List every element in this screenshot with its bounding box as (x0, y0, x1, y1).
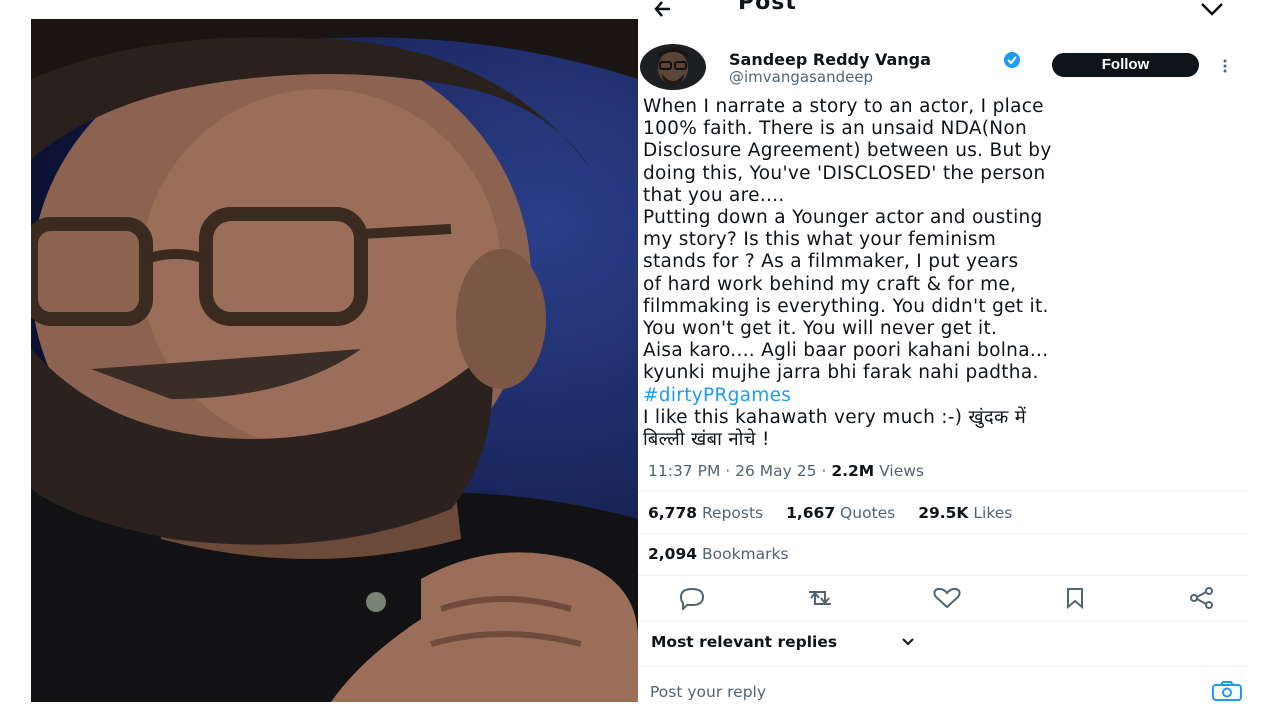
share-icon[interactable] (1185, 586, 1219, 610)
reply-icon[interactable] (675, 586, 709, 610)
post-meta: 11:37 PM · 26 May 25 · 2.2M Views (648, 462, 924, 480)
tweet-line: When I narrate a story to an actor, I pl… (643, 96, 1044, 117)
tweet-text: When I narrate a story to an actor, I pl… (643, 96, 1243, 451)
post-panel: Post Sandeep Reddy Vanga @imvangasandeep… (638, 0, 1249, 720)
tweet-line: Putting down a Younger actor and ousting (643, 207, 1043, 229)
tweet-line: stands for ? As a filmmaker, I put years (643, 251, 1019, 273)
tweet-line: kyunki mujhe jarra bhi farak nahi padtha… (643, 362, 1039, 384)
replies-sort-label[interactable]: Most relevant replies (651, 633, 837, 651)
tweet-line: doing this, You've 'DISCLOSED' the perso… (643, 162, 1046, 184)
likes-stat[interactable]: 29.5K Likes (918, 504, 1012, 522)
quotes-count: 1,667 (786, 504, 836, 522)
hashtag-link[interactable]: #dirtyPRgames (643, 385, 1243, 407)
likes-label: Likes (973, 504, 1013, 522)
bookmarks-count: 2,094 (648, 545, 698, 563)
author-name[interactable]: Sandeep Reddy Vanga (729, 50, 931, 69)
divider (638, 575, 1249, 576)
post-time: 11:37 PM (648, 462, 721, 480)
post-date: 26 May 25 (735, 462, 817, 480)
camera-icon[interactable] (1211, 680, 1243, 702)
tweet-line: of hard work behind my craft & for me, (643, 273, 1017, 295)
tweet-line: Disclosure Agreement) between us. But by (643, 140, 1052, 162)
reposts-stat[interactable]: 6,778 Reposts (648, 504, 768, 522)
avatar-portrait (658, 48, 688, 86)
tweet-line: I like this kahawath very much :-) खुंदक… (643, 406, 1027, 428)
engagement-stats: 6,778 Reposts 1,667 Quotes 29.5K Likes (648, 504, 1030, 522)
views-count: 2.2M (831, 462, 875, 480)
reposts-label: Reposts (701, 504, 764, 522)
back-arrow-icon[interactable] (650, 0, 676, 22)
more-icon[interactable] (1222, 58, 1228, 74)
profile-photo (31, 19, 638, 702)
divider (638, 666, 1249, 667)
like-icon[interactable] (930, 586, 964, 610)
page-title: Post (738, 0, 797, 15)
divider (638, 491, 1249, 492)
portrait-illustration (31, 19, 638, 702)
tweet-line: Aisa karo.... Agli baar poori kahani bol… (643, 340, 1049, 362)
bookmarks-label: Bookmarks (701, 545, 789, 563)
reposts-count: 6,778 (648, 504, 698, 522)
top-bar: Post (638, 0, 1249, 30)
tweet-line: 100% faith. There is an unsaid NDA(Non (643, 118, 1028, 140)
tweet-line: that you are.... (643, 184, 785, 206)
bookmark-icon[interactable] (1058, 586, 1092, 610)
chevron-down-icon[interactable] (901, 636, 915, 648)
repost-icon[interactable] (803, 586, 837, 610)
divider (638, 533, 1249, 534)
views-label: Views (879, 462, 924, 480)
tweet-line: my story? Is this what your feminism (643, 229, 997, 251)
tweet-line: बिल्ली खंबा नोचे ! (643, 429, 770, 451)
tweet-line: filmmaking is everything. You didn't get… (643, 295, 1049, 317)
meta-separator: · (821, 462, 827, 480)
avatar[interactable] (640, 44, 706, 90)
divider (638, 620, 1249, 621)
reply-input[interactable] (650, 680, 1190, 704)
follow-button[interactable]: Follow (1052, 53, 1199, 77)
bookmarks-stat[interactable]: 2,094 Bookmarks (648, 545, 789, 563)
share-icon[interactable] (1198, 2, 1226, 18)
likes-count: 29.5K (918, 504, 969, 522)
quotes-stat[interactable]: 1,667 Quotes (786, 504, 900, 522)
meta-separator: · (725, 462, 731, 480)
verified-badge-icon (1004, 52, 1020, 68)
author-handle[interactable]: @imvangasandeep (729, 68, 873, 86)
tweet-line: You won't get it. You will never get it. (643, 318, 998, 340)
quotes-label: Quotes (840, 504, 896, 522)
